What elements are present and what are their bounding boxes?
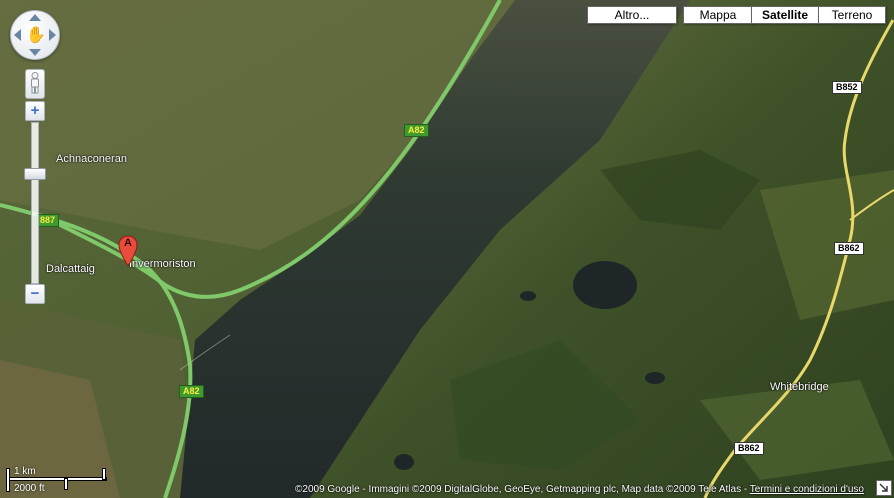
zoom-slider-thumb[interactable] xyxy=(24,168,46,180)
scale-tick-left xyxy=(6,468,10,492)
map-type-terrain-button[interactable]: Terreno xyxy=(818,6,886,24)
zoom-out-button[interactable]: − xyxy=(25,284,45,304)
place-label-dalcattaig: Dalcattaig xyxy=(46,263,95,275)
place-label-invermoriston: Invermoriston xyxy=(129,258,196,270)
overview-arrow-icon xyxy=(879,483,888,492)
more-map-types-button[interactable]: Altro... xyxy=(587,6,677,24)
scale-imperial-label: 2000 ft xyxy=(14,483,45,494)
marker-letter: A xyxy=(124,237,132,249)
map-marker-a[interactable]: A xyxy=(118,235,138,267)
pan-up-arrow-icon[interactable] xyxy=(29,14,41,21)
map-type-map-button[interactable]: Mappa xyxy=(683,6,753,24)
pan-control: ✋ xyxy=(10,10,60,60)
scale-bar-line xyxy=(6,477,107,481)
scale-metric-label: 1 km xyxy=(14,466,36,477)
place-label-whitebridge: Whitebridge xyxy=(770,381,829,393)
road-shield-b852: B852 xyxy=(832,81,862,94)
zoom-slider-track[interactable] xyxy=(31,122,39,284)
road-shield-b862-south: B862 xyxy=(734,442,764,455)
road-shield-a82-north: A82 xyxy=(404,124,429,137)
pan-right-arrow-icon[interactable] xyxy=(49,29,56,41)
pan-left-arrow-icon[interactable] xyxy=(14,29,21,41)
road-shield-a82-south: A82 xyxy=(179,385,204,398)
satellite-map[interactable]: Achnaconeran Dalcattaig Invermoriston Wh… xyxy=(0,0,894,498)
zoom-in-button[interactable]: + xyxy=(25,101,45,121)
pegman-icon xyxy=(31,72,39,94)
place-label-achnaconeran: Achnaconeran xyxy=(56,153,127,165)
pegman-street-view-button[interactable] xyxy=(25,69,45,99)
copyright-notice: ©2009 Google - Immagini ©2009 DigitalGlo… xyxy=(295,484,864,495)
pan-down-arrow-icon[interactable] xyxy=(29,49,41,56)
terms-link[interactable]: Termini e condizioni d'uso xyxy=(750,484,864,495)
scale-tick-metric xyxy=(102,468,106,480)
copyright-text: ©2009 Google - Immagini ©2009 DigitalGlo… xyxy=(295,484,750,495)
map-type-satellite-button[interactable]: Satellite xyxy=(751,6,819,24)
scale-bar: 1 km 2000 ft xyxy=(4,466,107,496)
hand-icon: ✋ xyxy=(26,27,46,44)
road-shield-a887: 887 xyxy=(36,214,60,227)
road-shield-b862-north: B862 xyxy=(834,242,864,255)
scale-tick-imperial xyxy=(64,478,68,490)
overview-toggle-button[interactable] xyxy=(876,480,892,496)
